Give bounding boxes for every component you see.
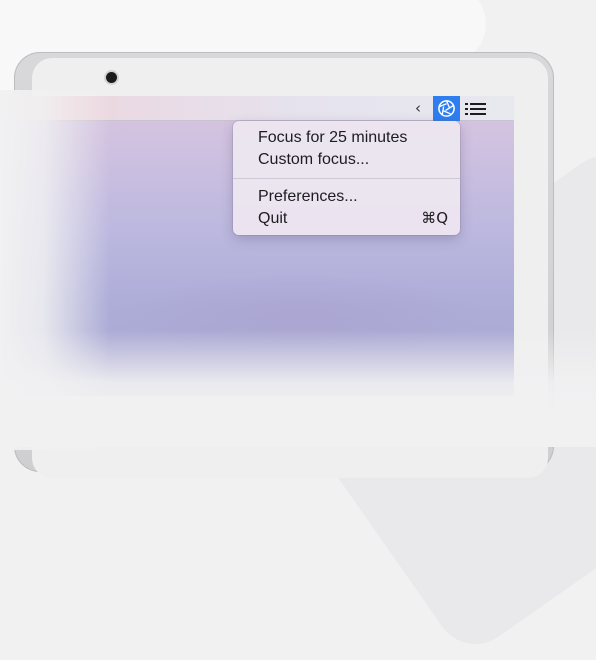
- list-icon[interactable]: [464, 101, 488, 117]
- dropdown-menu: Focus for 25 minutes Custom focus... Pre…: [233, 121, 460, 235]
- menu-item-label: Custom focus...: [258, 151, 370, 168]
- menu-item-focus-25[interactable]: Focus for 25 minutes: [258, 127, 448, 148]
- menu-item-quit[interactable]: Quit ⌘Q: [258, 208, 448, 229]
- chevron-left-icon[interactable]: ‹: [410, 99, 426, 117]
- menu-item-label: Focus for 25 minutes: [258, 129, 408, 146]
- menu-item-custom-focus[interactable]: Custom focus...: [258, 149, 448, 170]
- menu-item-preferences[interactable]: Preferences...: [258, 186, 448, 207]
- aperture-icon[interactable]: [433, 96, 460, 121]
- edge-fade: [0, 330, 596, 447]
- menu-item-label: Preferences...: [258, 188, 358, 205]
- display: ‹ Focus for 25 minutes Custom focus... P…: [0, 0, 596, 450]
- aperture-glyph: [438, 100, 455, 117]
- menu-item-label: Quit: [258, 210, 288, 227]
- list-glyph: [465, 103, 486, 115]
- menu-separator: [233, 178, 460, 179]
- shortcut-label: ⌘Q: [421, 209, 448, 227]
